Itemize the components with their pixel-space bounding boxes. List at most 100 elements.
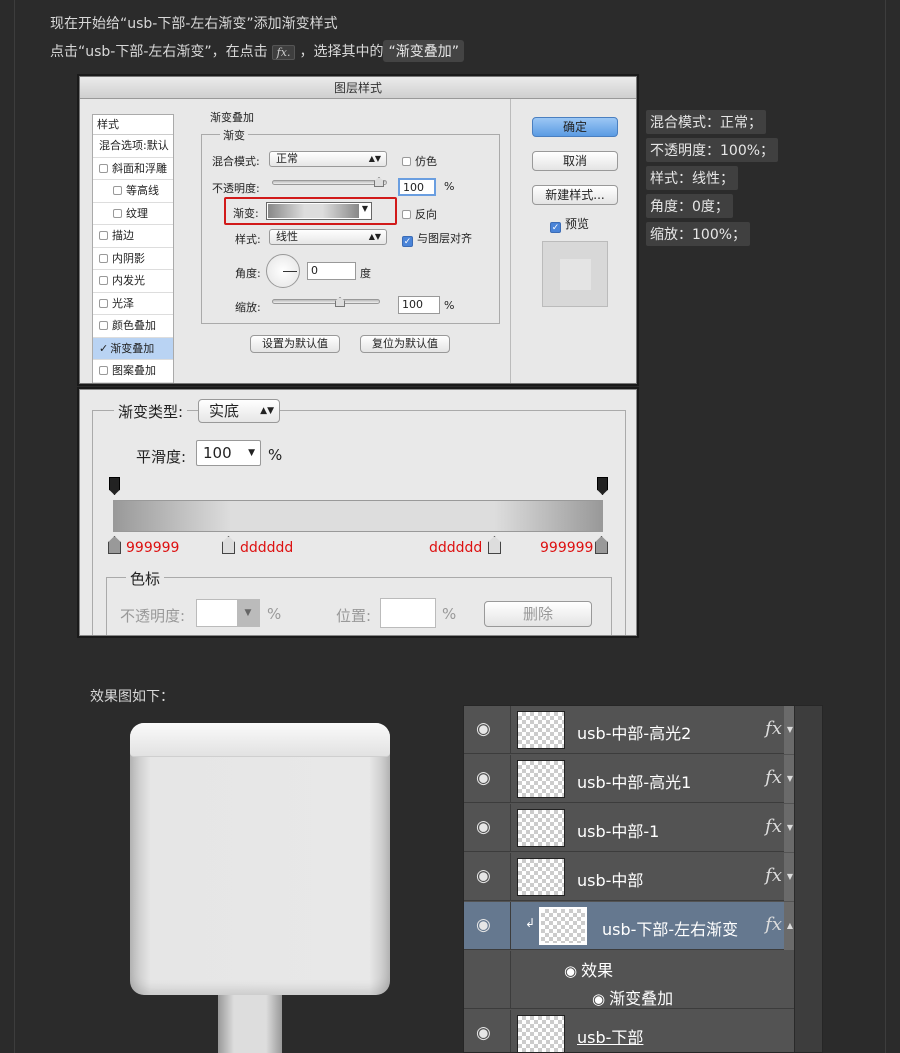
align-checkbox[interactable]: ✓ 与图层对齐 (402, 230, 472, 247)
ok-button[interactable]: 确定 (532, 117, 618, 137)
scale-input[interactable]: 100 (398, 296, 440, 314)
fx-icon[interactable]: fx (765, 718, 782, 739)
style-list-header: 样式 (93, 115, 173, 135)
opacity-percent: % (444, 180, 455, 193)
style-item[interactable]: 光泽 (93, 293, 173, 315)
fx-icon[interactable]: fx (765, 865, 782, 886)
stop-opacity-percent: % (267, 605, 282, 623)
style-item-label: 光泽 (112, 296, 134, 310)
style-item[interactable]: 描边 (93, 225, 173, 248)
layers-scrollbar[interactable] (794, 706, 822, 1052)
new-style-button[interactable]: 新建样式... (532, 185, 618, 205)
opacity-slider[interactable] (272, 180, 387, 185)
eye-icon[interactable]: ◉ (476, 770, 498, 787)
effect-gradient-overlay[interactable]: ◉ 渐变叠加 (592, 985, 673, 1009)
layer-row[interactable]: ◉ ↲ usb-下部-左右渐变 fx ▲ (464, 902, 796, 950)
scale-slider[interactable] (272, 299, 380, 304)
layer-name[interactable]: usb-中部-高光2 (577, 720, 691, 744)
eye-icon[interactable]: ◉ (476, 1025, 498, 1042)
stop-opacity-input[interactable]: ▼ (196, 599, 260, 627)
opacity-input[interactable]: 100 (398, 178, 436, 196)
style-item[interactable]: 等高线 (93, 180, 173, 203)
gradient-type-value: 实底 (209, 402, 240, 420)
checkbox-icon[interactable] (113, 208, 122, 218)
eye-icon[interactable]: ◉ (476, 721, 498, 738)
eye-icon[interactable]: ◉ (476, 819, 498, 836)
gradient-bar[interactable] (113, 500, 603, 532)
style-item[interactable]: 颜色叠加 (93, 315, 173, 338)
group-title: 渐变 (220, 127, 248, 143)
style-item[interactable]: 图案叠加 (93, 360, 173, 383)
gradient-picker[interactable]: ▼ (266, 202, 372, 220)
style-item-label: 图案叠加 (112, 364, 156, 377)
blend-mode-select[interactable]: 正常 ▲▼ (269, 151, 387, 167)
smoothness-select[interactable]: 100 ▼ (196, 440, 261, 466)
style-list: 样式 混合选项:默认 斜面和浮雕 等高线 纹理 描边 内阴影 内发光光泽颜色叠加 ✓ 渐变叠加图… (92, 114, 174, 383)
layer-name[interactable]: usb-中部 (577, 867, 643, 891)
scale-percent: % (444, 299, 455, 312)
preview-checkbox[interactable]: ✓ 预览 (550, 215, 589, 233)
eye-icon[interactable]: ◉ (564, 962, 577, 980)
effects-text: 效果 (581, 961, 614, 980)
style-item[interactable]: 混合选项:默认 (93, 135, 173, 158)
style-item[interactable]: ✓ 渐变叠加 (93, 337, 173, 360)
layer-row[interactable]: ◉ usb-中部-高光2 fx ▼ (464, 706, 796, 754)
layer-name[interactable]: usb-中部-1 (577, 818, 659, 842)
checkbox-icon[interactable] (99, 321, 108, 330)
checkmark-icon[interactable]: ✓ (99, 342, 108, 355)
checkbox-icon[interactable] (99, 163, 108, 173)
checkbox-icon[interactable] (99, 298, 108, 308)
angle-dial[interactable] (266, 254, 300, 288)
note-style: 样式：线性； (646, 166, 738, 190)
layer-name[interactable]: usb-下部-左右渐变 (602, 916, 738, 940)
gradient-editor: 渐变类型: 实底 ▲▼ 平滑度: 100 ▼ % 999999 dddddd ddd… (79, 389, 637, 636)
style-item[interactable]: 内阴影 (93, 248, 173, 270)
fx-icon[interactable]: fx (765, 816, 782, 837)
row-separator (510, 804, 511, 851)
cancel-button[interactable]: 取消 (532, 151, 618, 171)
style-select[interactable]: 线性 ▲▼ (269, 229, 387, 245)
layer-name[interactable]: usb-下部 (577, 1024, 643, 1048)
layer-thumbnail (539, 907, 587, 945)
layer-row[interactable]: ◉ usb-中部 fx ▼ (464, 853, 796, 901)
chevron-updown-icon: ▲▼ (260, 406, 274, 416)
fx-icon[interactable]: fx (765, 767, 782, 788)
gradient-type-select[interactable]: 实底 ▲▼ (198, 399, 280, 423)
row-separator (510, 951, 511, 1008)
gradient-overlay-chip: “渐变叠加” (383, 40, 464, 62)
gradient-swatch (268, 204, 359, 218)
row-separator (510, 902, 511, 949)
note-blend-mode: 混合模式：正常； (646, 110, 766, 134)
row-separator (510, 706, 511, 753)
reset-default-button[interactable]: 复位为默认值 (360, 335, 450, 353)
reverse-checkbox[interactable]: 反向 (402, 206, 437, 222)
fx-icon[interactable]: fx (765, 914, 782, 935)
angle-label: 角度: (235, 267, 261, 280)
checkbox-icon[interactable] (99, 366, 108, 375)
stop-position-input[interactable] (380, 598, 436, 628)
checkmark-icon: ✓ (550, 222, 561, 233)
eye-icon[interactable]: ◉ (476, 868, 498, 885)
layer-row[interactable]: ◉ usb-下部 (464, 1010, 796, 1052)
checkbox-icon[interactable] (99, 253, 108, 263)
effects-label[interactable]: ◉ 效果 (564, 957, 613, 981)
layer-row[interactable]: ◉ usb-中部-1 fx ▼ (464, 804, 796, 852)
checkbox-icon[interactable] (99, 231, 108, 240)
delete-stop-button[interactable]: 删除 (484, 601, 592, 627)
angle-input[interactable]: 0 (307, 262, 356, 280)
eye-icon[interactable]: ◉ (592, 990, 605, 1008)
layer-row[interactable]: ◉ usb-中部-高光1 fx ▼ (464, 755, 796, 803)
color-stop-1-label: 999999 (126, 540, 180, 556)
checkbox-icon[interactable] (99, 276, 108, 285)
style-item[interactable]: 纹理 (93, 203, 173, 225)
eye-icon[interactable]: ◉ (476, 917, 498, 934)
checkbox-icon[interactable] (113, 186, 122, 195)
set-default-button[interactable]: 设置为默认值 (250, 335, 340, 353)
style-item[interactable]: 内发光 (93, 270, 173, 293)
style-item[interactable]: 斜面和浮雕 (93, 158, 173, 180)
dither-checkbox[interactable]: 仿色 (402, 153, 437, 169)
clip-arrow-icon: ↲ (525, 916, 536, 930)
preview-label: 预览 (565, 217, 590, 231)
intro-line-2-pre: 点击“usb-下部-左右渐变”，在点击 (50, 44, 268, 60)
layer-name[interactable]: usb-中部-高光1 (577, 769, 691, 793)
